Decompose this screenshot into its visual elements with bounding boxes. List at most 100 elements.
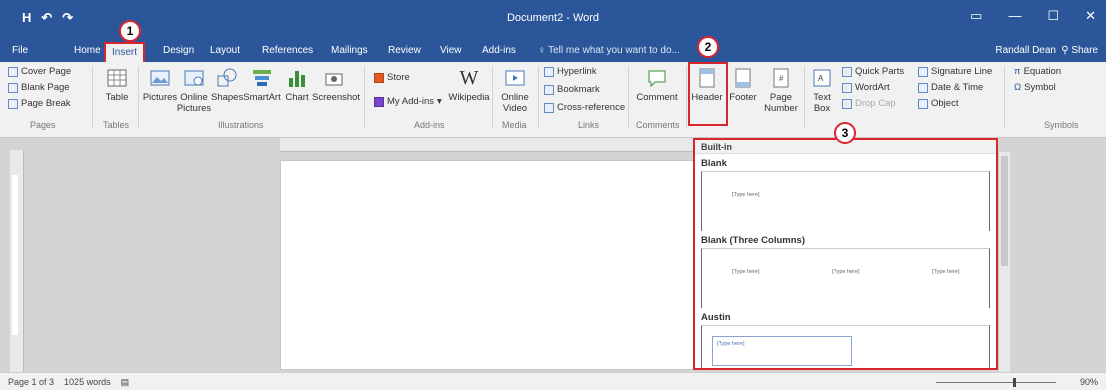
symbol-button[interactable]: Ω Symbol	[1014, 82, 1056, 93]
group-label-links: Links	[578, 120, 600, 130]
tab-references[interactable]: References	[262, 45, 313, 56]
page-number-icon: #	[773, 68, 789, 88]
ribbon-display-icon[interactable]: ▭	[970, 8, 982, 24]
quick-parts-button[interactable]: Quick Parts	[842, 66, 904, 77]
group-label-illustrations: Illustrations	[218, 120, 264, 130]
shapes-icon	[217, 68, 237, 87]
tab-design[interactable]: Design	[163, 45, 194, 56]
header-option-blank-three-columns[interactable]: [Type here] [Type here] [Type here]	[701, 248, 990, 308]
header-option-austin[interactable]: [Type here]	[701, 325, 990, 368]
blank-page-button[interactable]: Blank Page	[8, 82, 70, 93]
scrollbar-thumb[interactable]	[1001, 156, 1008, 266]
pictures-button[interactable]: Pictures	[142, 66, 178, 103]
table-button[interactable]: Table	[100, 66, 134, 103]
tab-insert[interactable]: Insert	[104, 42, 146, 62]
online-video-icon	[505, 70, 525, 86]
store-icon	[374, 72, 384, 83]
drop-cap-button[interactable]: Drop Cap	[842, 98, 896, 109]
screenshot-button[interactable]: Screenshot	[312, 66, 360, 103]
tell-me-input[interactable]: ♀ Tell me what you want to do...	[538, 45, 680, 56]
group-divider	[138, 66, 139, 128]
maximize-icon[interactable]: ☐	[1047, 8, 1059, 24]
pictures-icon	[150, 70, 170, 86]
proofing-icon[interactable]: ▤	[121, 377, 130, 388]
signature-line-button[interactable]: Signature Line	[918, 66, 992, 77]
tab-home[interactable]: Home	[74, 45, 101, 56]
page-count[interactable]: Page 1 of 3	[8, 377, 54, 388]
wordart-button[interactable]: WordArt	[842, 82, 890, 93]
text-box-button[interactable]: A Text Box	[806, 66, 838, 114]
header-gallery: Built-in Blank [Type here] Blank (Three …	[693, 138, 998, 370]
smartart-button[interactable]: SmartArt	[242, 66, 282, 103]
header-button-highlight	[688, 62, 728, 126]
chart-button[interactable]: Chart	[282, 66, 312, 103]
word-count[interactable]: 1025 words	[64, 377, 111, 388]
austin-frame: [Type here]	[712, 336, 852, 366]
callout-3: 3	[834, 122, 856, 144]
my-add-ins-icon	[374, 96, 384, 107]
placeholder-text: [Type here]	[732, 192, 760, 198]
placeholder-text: [Type here]	[717, 341, 745, 347]
gallery-scrollbar[interactable]	[998, 152, 1010, 372]
online-video-button[interactable]: Online Video	[496, 66, 534, 114]
cover-page-icon	[8, 66, 18, 77]
placeholder-text: [Type here]	[732, 269, 760, 275]
page-number-button[interactable]: # Page Number	[762, 66, 800, 114]
footer-icon	[735, 68, 751, 88]
wikipedia-button[interactable]: W Wikipedia	[448, 66, 490, 103]
chart-icon	[289, 71, 305, 87]
group-divider	[492, 66, 493, 128]
text-box-icon: A	[813, 69, 831, 87]
object-icon	[918, 98, 928, 109]
callout-1: 1	[119, 20, 141, 42]
cross-reference-button[interactable]: Cross-reference	[544, 102, 625, 113]
object-button[interactable]: Object	[918, 98, 958, 109]
zoom-level[interactable]: 90%	[1080, 377, 1098, 387]
comment-button[interactable]: Comment	[632, 66, 682, 103]
group-divider	[686, 66, 687, 128]
bookmark-icon	[544, 84, 554, 95]
footer-button[interactable]: Footer	[726, 66, 760, 103]
group-label-add-ins: Add-ins	[414, 120, 445, 130]
header-option-blank[interactable]: [Type here]	[701, 171, 990, 231]
tab-file[interactable]: File	[12, 45, 28, 56]
minimize-icon[interactable]: —	[1008, 8, 1021, 24]
group-label-symbols: Symbols	[1044, 120, 1079, 130]
date-time-button[interactable]: Date & Time	[918, 82, 983, 93]
date-time-icon	[918, 82, 928, 93]
group-divider	[1004, 66, 1005, 128]
tab-view[interactable]: View	[440, 45, 462, 56]
horizontal-ruler[interactable]	[280, 138, 700, 152]
zoom-slider-thumb[interactable]	[1013, 378, 1016, 387]
tab-add-ins[interactable]: Add-ins	[482, 45, 516, 56]
zoom-slider[interactable]	[936, 382, 1056, 383]
document-page[interactable]	[280, 160, 700, 370]
tab-review[interactable]: Review	[388, 45, 421, 56]
page-break-button[interactable]: Page Break	[8, 98, 71, 109]
group-divider	[538, 66, 539, 128]
share-button[interactable]: ⚲ Share	[1061, 45, 1098, 56]
group-divider	[364, 66, 365, 128]
store-button[interactable]: Store	[374, 72, 410, 83]
placeholder-text: [Type here]	[832, 269, 860, 275]
group-divider	[92, 66, 93, 128]
status-info: Page 1 of 3 1025 words ▤	[8, 377, 129, 388]
group-label-tables: Tables	[103, 120, 130, 130]
tab-layout[interactable]: Layout	[210, 45, 240, 56]
my-add-ins-button[interactable]: My Add-ins ▾	[374, 96, 442, 107]
online-pictures-button[interactable]: Online Pictures	[176, 66, 212, 114]
bookmark-button[interactable]: Bookmark	[544, 84, 600, 95]
cover-page-button[interactable]: Cover Page	[8, 66, 71, 77]
screenshot-icon	[325, 73, 343, 86]
user-name[interactable]: Randall Dean	[995, 45, 1056, 56]
signature-line-icon	[918, 66, 928, 77]
group-label-media: Media	[502, 120, 527, 130]
equation-button[interactable]: π Equation	[1014, 66, 1061, 77]
lightbulb-icon: ♀	[538, 45, 549, 56]
window-controls: ▭ — ☐ ✕	[970, 8, 1096, 24]
hyperlink-button[interactable]: Hyperlink	[544, 66, 597, 77]
close-icon[interactable]: ✕	[1085, 8, 1096, 24]
ribbon-tabs: File Home Insert Design Layout Reference…	[0, 40, 1106, 62]
tab-mailings[interactable]: Mailings	[331, 45, 368, 56]
shapes-button[interactable]: Shapes	[211, 66, 243, 103]
